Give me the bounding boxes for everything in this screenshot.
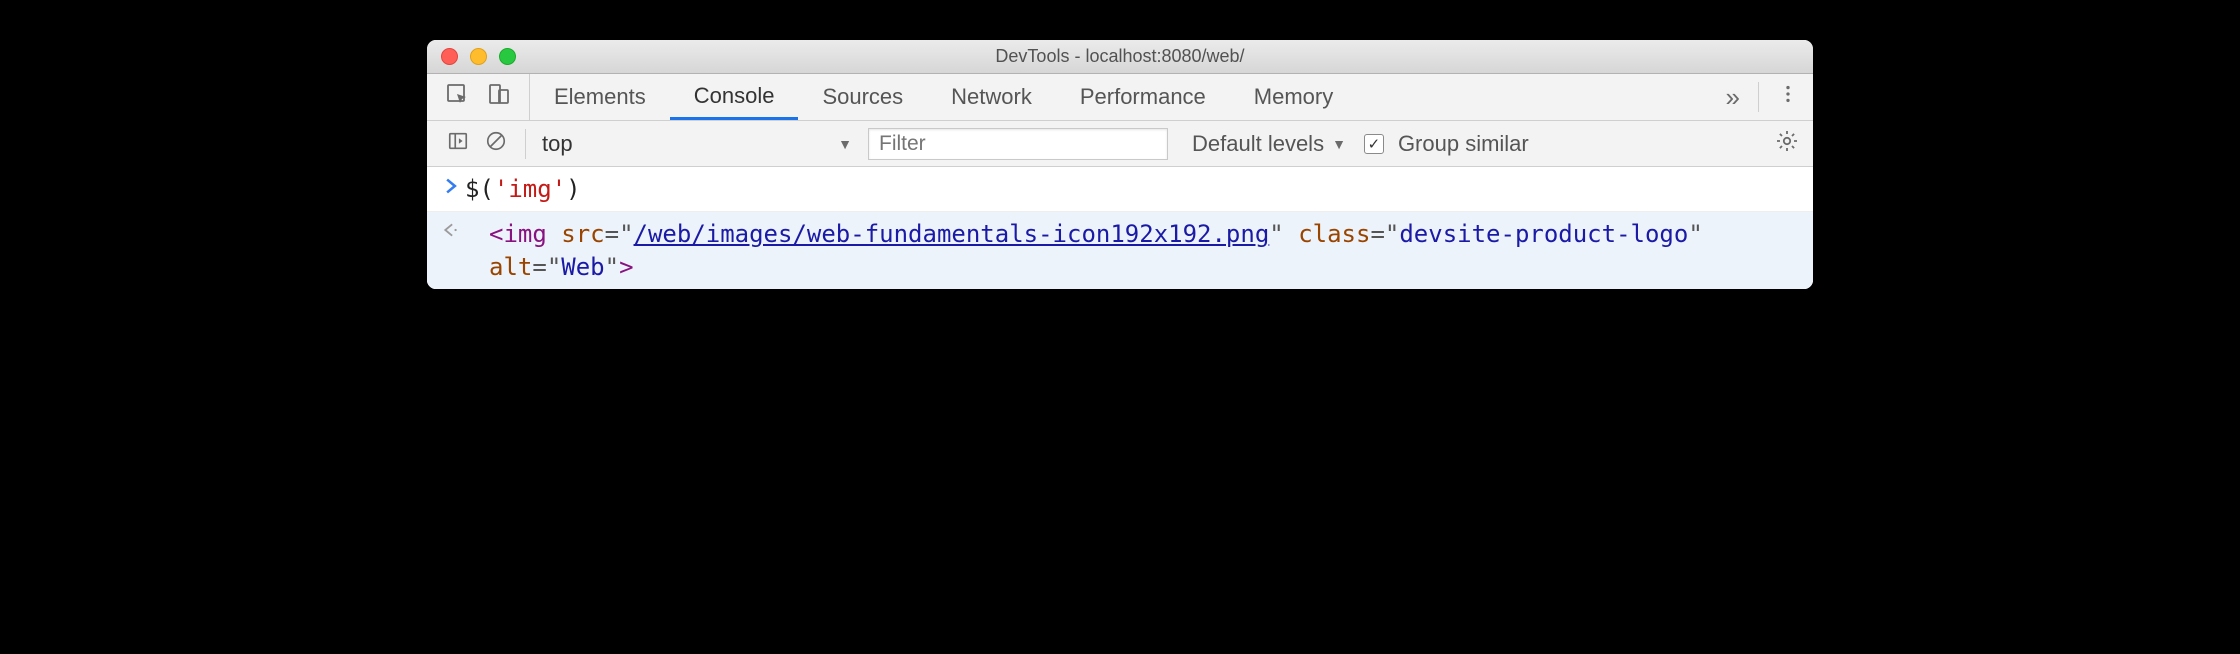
window-controls	[427, 48, 516, 65]
tab-performance[interactable]: Performance	[1056, 74, 1230, 120]
tab-network[interactable]: Network	[927, 74, 1056, 120]
output-icon	[437, 218, 465, 238]
sidebar-toggle-icon[interactable]	[447, 130, 469, 158]
context-select[interactable]: top ▼	[532, 127, 862, 161]
inspect-icon[interactable]	[445, 82, 469, 112]
log-levels-select[interactable]: Default levels ▼	[1174, 131, 1346, 157]
tab-list: Elements Console Sources Network Perform…	[530, 74, 1357, 120]
console-input-row[interactable]: $('img')	[427, 167, 1813, 212]
chevron-down-icon: ▼	[838, 136, 852, 152]
devtools-window: DevTools - localhost:8080/web/ Elements …	[427, 40, 1813, 289]
close-icon[interactable]	[441, 48, 458, 65]
group-similar-checkbox[interactable]: ✓	[1364, 134, 1384, 154]
settings-gear-icon[interactable]	[1775, 129, 1799, 159]
group-similar-label: Group similar	[1390, 131, 1529, 157]
src-link[interactable]: /web/images/web-fundamentals-icon192x192…	[634, 220, 1270, 248]
console-body: $('img') <img src="/web/images/web-funda…	[427, 167, 1813, 289]
divider	[1758, 82, 1759, 112]
context-select-value: top	[542, 131, 573, 157]
clear-console-icon[interactable]	[485, 130, 507, 158]
prompt-icon	[437, 173, 465, 195]
chevron-down-icon: ▼	[1332, 136, 1346, 152]
window-title: DevTools - localhost:8080/web/	[427, 46, 1813, 67]
console-output-code: <img src="/web/images/web-fundamentals-i…	[465, 218, 1799, 283]
tab-strip: Elements Console Sources Network Perform…	[427, 74, 1813, 121]
tab-memory[interactable]: Memory	[1230, 74, 1357, 120]
tab-sources[interactable]: Sources	[798, 74, 927, 120]
divider	[525, 129, 526, 159]
tab-console[interactable]: Console	[670, 74, 799, 120]
overflow-tabs-icon[interactable]: »	[1726, 82, 1740, 113]
console-output-row[interactable]: <img src="/web/images/web-fundamentals-i…	[427, 212, 1813, 289]
titlebar: DevTools - localhost:8080/web/	[427, 40, 1813, 74]
tab-elements[interactable]: Elements	[530, 74, 670, 120]
filter-input[interactable]	[868, 128, 1168, 160]
console-toolbar: top ▼ Default levels ▼ ✓ Group similar	[427, 121, 1813, 167]
log-levels-label: Default levels	[1192, 131, 1324, 157]
kebab-menu-icon[interactable]	[1777, 83, 1799, 111]
console-input-code: $('img')	[465, 173, 581, 205]
device-toggle-icon[interactable]	[487, 82, 511, 112]
zoom-icon[interactable]	[499, 48, 516, 65]
minimize-icon[interactable]	[470, 48, 487, 65]
